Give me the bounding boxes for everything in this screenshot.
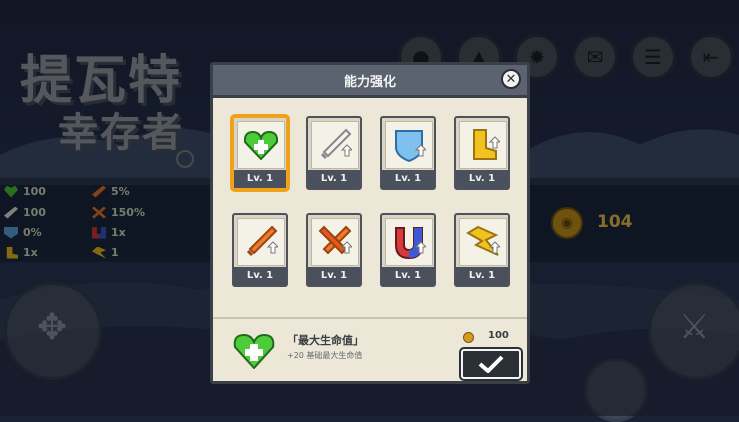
close-button[interactable]: ✕ <box>501 69 521 89</box>
crossed-swords-up-icon <box>318 225 352 255</box>
close-icon: ✕ <box>505 71 517 87</box>
upgrade-card-defense[interactable]: Lv. 1 <box>380 116 436 190</box>
shield-up-icon <box>395 130 426 162</box>
upgrade-card-dash[interactable]: Lv. 1 <box>454 213 510 287</box>
upgrade-card-hp[interactable]: Lv. 1 <box>232 116 288 190</box>
card-art <box>237 218 285 266</box>
upgrade-card-attack[interactable]: Lv. 1 <box>306 116 362 190</box>
upgrade-name: 「最大生命值」 <box>287 334 364 347</box>
card-level: Lv. 1 <box>456 170 508 188</box>
panel-title: 能力强化 <box>343 75 396 90</box>
card-level: Lv. 1 <box>234 170 286 188</box>
confirm-button[interactable] <box>461 349 521 379</box>
upgrade-card-crit-damage[interactable]: Lv. 1 <box>306 213 362 287</box>
upgrade-card-crit[interactable]: Lv. 1 <box>232 213 288 287</box>
upgrade-card-magnet[interactable]: Lv. 1 <box>380 213 436 287</box>
card-art <box>459 218 507 266</box>
upgrade-effect: +20 基础最大生命值 <box>287 351 363 360</box>
upgrade-description: 「最大生命值」 +20 基础最大生命值 100 <box>213 317 527 383</box>
sword-up-icon <box>320 128 352 160</box>
selected-heart-plus-icon <box>233 333 275 369</box>
magnet-up-icon <box>395 227 426 259</box>
card-art <box>311 218 359 266</box>
card-level: Lv. 1 <box>456 267 508 285</box>
heart-plus-icon <box>244 130 278 160</box>
sword-orange-up-icon <box>246 225 278 257</box>
card-level: Lv. 1 <box>308 267 360 285</box>
upgrade-panel: 能力强化 ✕ Lv. 1 Lv. 1 Lv. 1 Lv. 1 Lv. 1 Lv.… <box>210 62 530 384</box>
card-level: Lv. 1 <box>308 170 360 188</box>
panel-header: 能力强化 ✕ <box>213 65 527 98</box>
boot-up-icon <box>473 129 500 160</box>
dash-up-icon <box>466 225 500 256</box>
card-art <box>237 121 285 169</box>
card-level: Lv. 1 <box>234 267 286 285</box>
card-art <box>385 218 433 266</box>
card-art <box>311 121 359 169</box>
upgrade-card-speed[interactable]: Lv. 1 <box>454 116 510 190</box>
checkmark-icon <box>478 355 504 373</box>
card-level: Lv. 1 <box>382 267 434 285</box>
card-level: Lv. 1 <box>382 170 434 188</box>
upgrade-cost: 100 <box>488 330 509 341</box>
card-art <box>459 121 507 169</box>
cost-coin-icon <box>463 332 474 343</box>
card-art <box>385 121 433 169</box>
